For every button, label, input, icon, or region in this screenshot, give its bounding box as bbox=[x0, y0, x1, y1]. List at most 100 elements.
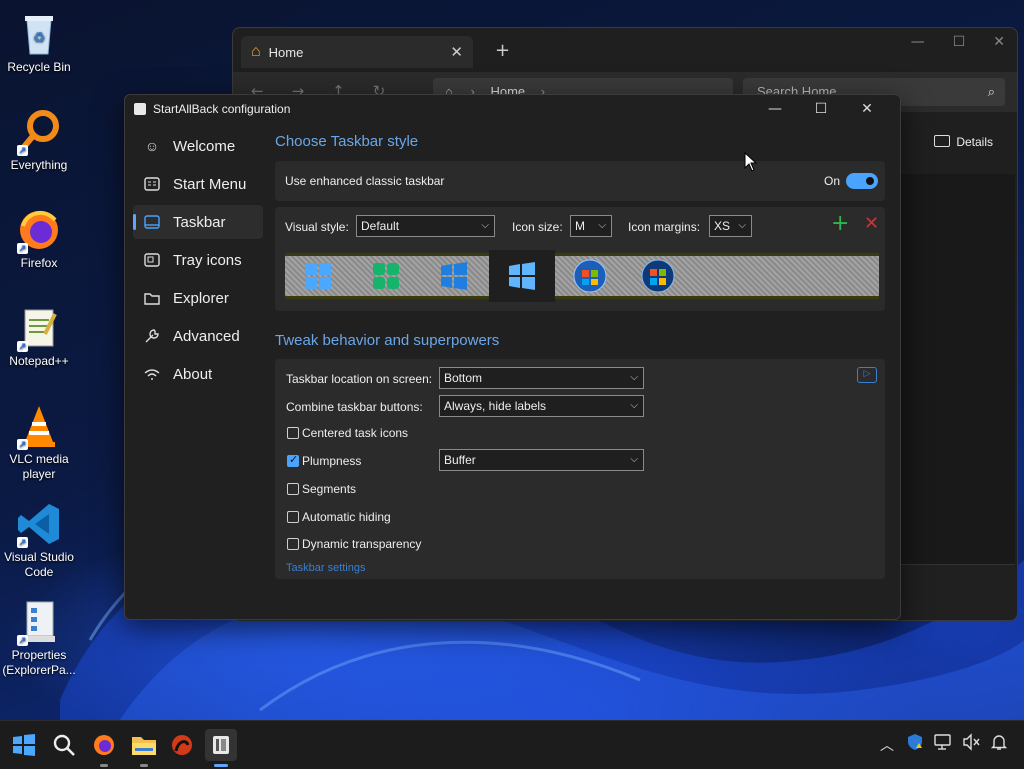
taskbar-file-explorer[interactable] bbox=[128, 729, 160, 767]
desktop-icon-firefox[interactable]: ↗ Firefox bbox=[0, 202, 78, 271]
sidebar-item-explorer[interactable]: Explorer bbox=[133, 281, 263, 315]
icon-size-select[interactable]: M ⌵ bbox=[570, 215, 612, 237]
details-label: Details bbox=[956, 135, 993, 149]
taskbar-firefox[interactable] bbox=[88, 729, 120, 767]
search-icon bbox=[53, 734, 75, 756]
add-style-icon[interactable]: + bbox=[831, 211, 849, 236]
start-button[interactable] bbox=[8, 729, 40, 761]
title-bar[interactable]: StartAllBack configuration — ☐ ✕ bbox=[125, 95, 900, 123]
sidebar-item-label: About bbox=[173, 365, 213, 383]
taskbar-location-label: Taskbar location on screen: bbox=[286, 372, 433, 386]
close-icon[interactable]: ✕ bbox=[993, 34, 1005, 50]
explorer-status-area bbox=[899, 564, 1015, 619]
visual-style-label: Visual style: bbox=[285, 220, 349, 234]
minimize-icon[interactable]: — bbox=[911, 34, 925, 50]
wrench-icon bbox=[143, 327, 161, 345]
plumpness-select[interactable]: Buffer ⌵ bbox=[439, 449, 644, 471]
style-option-win10[interactable] bbox=[421, 256, 487, 296]
volume-mute-icon[interactable] bbox=[962, 733, 980, 755]
sidebar-item-about[interactable]: About bbox=[133, 357, 263, 391]
taskbar-app[interactable] bbox=[166, 729, 198, 761]
firefox-icon: ↗ bbox=[15, 206, 63, 254]
desktop-icon-properties[interactable]: ↗ Properties (ExplorerPa... bbox=[0, 594, 78, 678]
taskbar-startallback[interactable] bbox=[205, 729, 237, 767]
maximize-icon[interactable]: ☐ bbox=[798, 99, 844, 119]
centered-icons-checkbox[interactable] bbox=[287, 427, 299, 439]
automatic-hiding-checkbox[interactable] bbox=[287, 511, 299, 523]
style-option-win7[interactable] bbox=[557, 256, 623, 296]
sidebar-item-start-menu[interactable]: Start Menu bbox=[133, 167, 263, 201]
desktop-icon-recycle-bin[interactable]: ♻ Recycle Bin bbox=[0, 6, 78, 75]
properties-icon: ↗ bbox=[15, 598, 63, 646]
folder-icon bbox=[143, 289, 161, 307]
running-indicator bbox=[140, 764, 148, 767]
security-icon[interactable] bbox=[906, 733, 924, 755]
notification-icon[interactable] bbox=[990, 733, 1008, 755]
new-tab-button[interactable]: + bbox=[495, 40, 510, 61]
sidebar-item-label: Tray icons bbox=[173, 251, 242, 269]
plumpness-checkbox[interactable] bbox=[287, 453, 299, 467]
visual-style-select[interactable]: Default ⌵ bbox=[356, 215, 495, 237]
desktop-icon-label: Firefox bbox=[20, 256, 58, 270]
style-option-win11[interactable] bbox=[285, 256, 351, 296]
about-icon bbox=[143, 365, 161, 383]
sidebar-item-label: Taskbar bbox=[173, 213, 226, 231]
combine-buttons-select[interactable]: Always, hide labels ⌵ bbox=[439, 395, 644, 417]
remove-style-icon[interactable]: ✕ bbox=[864, 213, 879, 234]
combine-buttons-label: Combine taskbar buttons: bbox=[286, 400, 423, 414]
startallback-icon bbox=[213, 736, 229, 754]
icon-margins-select[interactable]: XS ⌵ bbox=[709, 215, 752, 237]
preview-video-icon[interactable]: ▷ bbox=[857, 367, 877, 383]
startallback-config-window[interactable]: StartAllBack configuration — ☐ ✕ ☺ Welco… bbox=[124, 94, 901, 620]
home-icon: ⌂ bbox=[251, 43, 261, 60]
search-icon: ⌕ bbox=[987, 84, 995, 99]
app-icon bbox=[172, 735, 192, 755]
chevron-down-icon: ⌵ bbox=[630, 400, 638, 411]
desktop-icon-vscode[interactable]: ↗ Visual Studio Code bbox=[0, 496, 78, 580]
close-icon[interactable]: ✕ bbox=[844, 99, 890, 119]
taskbar-location-select[interactable]: Bottom ⌵ bbox=[439, 367, 644, 389]
desktop-icon-vlc[interactable]: ↗ VLC media player bbox=[0, 398, 78, 482]
sidebar-item-welcome[interactable]: ☺ Welcome bbox=[133, 129, 263, 163]
maximize-icon[interactable]: ☐ bbox=[953, 34, 966, 50]
network-icon[interactable] bbox=[934, 733, 952, 755]
start-menu-icon bbox=[143, 175, 161, 193]
section-title-taskbar-style: Choose Taskbar style bbox=[275, 133, 419, 150]
desktop-icon-label: Recycle Bin bbox=[7, 60, 71, 74]
desktop-icon-label: Visual Studio Code bbox=[4, 550, 74, 579]
style-option-green[interactable] bbox=[353, 256, 419, 296]
section-title-tweak-behavior: Tweak behavior and superpowers bbox=[275, 332, 500, 349]
start-icon bbox=[13, 734, 35, 756]
minimize-icon[interactable]: — bbox=[752, 99, 798, 119]
running-indicator bbox=[100, 764, 108, 767]
close-tab-icon[interactable]: ✕ bbox=[450, 43, 463, 61]
search-button[interactable] bbox=[48, 729, 80, 761]
recycle-bin-icon: ♻ bbox=[15, 10, 63, 58]
sidebar-item-taskbar[interactable]: Taskbar bbox=[133, 205, 263, 239]
enhanced-taskbar-toggle[interactable] bbox=[846, 173, 878, 189]
details-button[interactable]: Details bbox=[934, 135, 993, 149]
dynamic-transparency-checkbox[interactable] bbox=[287, 538, 299, 550]
chevron-down-icon: ⌵ bbox=[738, 220, 746, 231]
chevron-down-icon: ⌵ bbox=[630, 372, 638, 383]
desktop-icon-notepadpp[interactable]: ↗ Notepad++ bbox=[0, 300, 78, 369]
win8-logo-icon bbox=[509, 262, 535, 290]
plumpness-value: Buffer bbox=[444, 453, 476, 467]
chevron-down-icon: ⌵ bbox=[481, 220, 489, 231]
segments-checkbox[interactable] bbox=[287, 483, 299, 495]
taskbar-style-strip bbox=[285, 250, 879, 302]
toggle-state-label: On bbox=[824, 174, 841, 188]
sidebar-item-advanced[interactable]: Advanced bbox=[133, 319, 263, 353]
taskbar-settings-link[interactable]: Taskbar settings bbox=[286, 562, 365, 574]
explorer-tab-home[interactable]: ⌂ Home ✕ bbox=[241, 36, 473, 68]
tweak-behavior-card: Taskbar location on screen: Bottom ⌵ ▷ Co… bbox=[275, 359, 885, 579]
everything-search-icon: ↗ bbox=[15, 108, 63, 156]
sidebar-item-tray-icons[interactable]: Tray icons bbox=[133, 243, 263, 277]
desktop-icon-everything[interactable]: ↗ Everything bbox=[0, 104, 78, 173]
explorer-details-pane bbox=[899, 174, 1015, 564]
style-option-vista[interactable] bbox=[625, 256, 691, 296]
chevron-up-icon[interactable]: ︿ bbox=[880, 735, 894, 755]
firefox-icon bbox=[94, 735, 114, 755]
sidebar-item-label: Welcome bbox=[173, 137, 236, 155]
style-option-win8[interactable] bbox=[489, 250, 555, 302]
